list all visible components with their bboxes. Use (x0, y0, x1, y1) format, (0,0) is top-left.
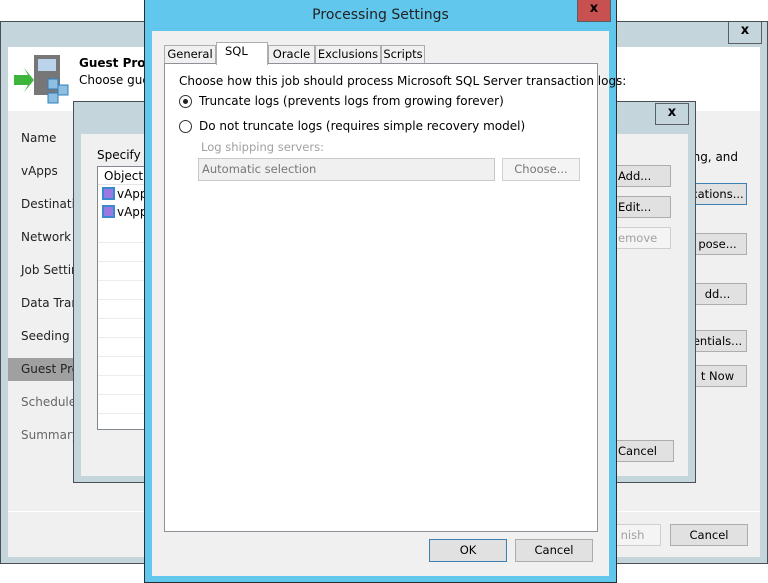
close-button[interactable]: x (655, 103, 689, 125)
log-shipping-label: Log shipping servers: (201, 140, 324, 154)
no-truncate-radio[interactable] (179, 120, 192, 133)
choose-button[interactable]: Choose... (502, 158, 580, 181)
nav-item-summary[interactable]: Summary (21, 428, 79, 442)
test-now-button[interactable]: t Now (688, 365, 747, 387)
vapp-icon (102, 187, 115, 200)
credentials-button[interactable]: entials... (688, 330, 747, 352)
processing-settings-dialog: Processing Settings x General SQL Oracle… (144, 0, 626, 583)
nav-item-schedule[interactable]: Schedule (21, 395, 76, 409)
list-item[interactable]: vApp (102, 187, 148, 201)
dialog-title: Processing Settings (312, 7, 449, 23)
cancel-button[interactable]: Cancel (670, 524, 748, 546)
log-shipping-field[interactable]: Automatic selection (198, 158, 495, 181)
tab-sql[interactable]: SQL (216, 42, 268, 65)
applications-button[interactable]: cations... (688, 183, 747, 205)
nav-item-vapps[interactable]: vApps (21, 164, 58, 178)
dialog-body: General SQL Oracle Exclusions Scripts Ch… (152, 31, 626, 576)
truncate-label[interactable]: Truncate logs (prevents logs from growin… (199, 94, 504, 108)
no-truncate-label[interactable]: Do not truncate logs (requires simple re… (199, 119, 525, 133)
vapp-icon (102, 205, 115, 218)
tab-panel-sql: Choose how this job should process Micro… (164, 63, 626, 532)
ok-button[interactable]: OK (429, 539, 507, 562)
add-button[interactable]: dd... (688, 283, 747, 305)
add-button[interactable]: Add... (611, 165, 671, 187)
remove-button[interactable]: emove (611, 227, 671, 249)
close-button[interactable]: x (728, 22, 762, 44)
truncate-radio[interactable] (179, 95, 192, 108)
nav-item-seeding[interactable]: Seeding (21, 329, 70, 343)
nav-item-data-transfer[interactable]: Data Tran (21, 296, 79, 310)
tab-general[interactable]: General (164, 45, 216, 64)
nav-item-guest-processing[interactable]: Guest Pro (21, 362, 79, 376)
nav-item-network[interactable]: Network (21, 230, 71, 244)
nav-item-job-settings[interactable]: Job Settin (21, 263, 79, 277)
prompt-text: Choose how this job should process Micro… (179, 74, 627, 88)
tab-oracle[interactable]: Oracle (268, 45, 315, 64)
nav-item-name[interactable]: Name (21, 131, 56, 145)
list-item[interactable]: vApp (102, 205, 148, 219)
tab-exclusions[interactable]: Exclusions (315, 45, 381, 64)
guest-processing-icon (14, 55, 69, 104)
tab-scripts[interactable]: Scripts (381, 45, 425, 64)
cancel-button[interactable]: Cancel (515, 539, 593, 562)
edit-button[interactable]: Edit... (611, 196, 671, 218)
choose-button[interactable]: pose... (688, 233, 747, 255)
column-header-object[interactable]: Object (104, 169, 143, 183)
cancel-button[interactable]: Cancel (611, 440, 674, 462)
close-button[interactable]: x (577, 0, 611, 22)
